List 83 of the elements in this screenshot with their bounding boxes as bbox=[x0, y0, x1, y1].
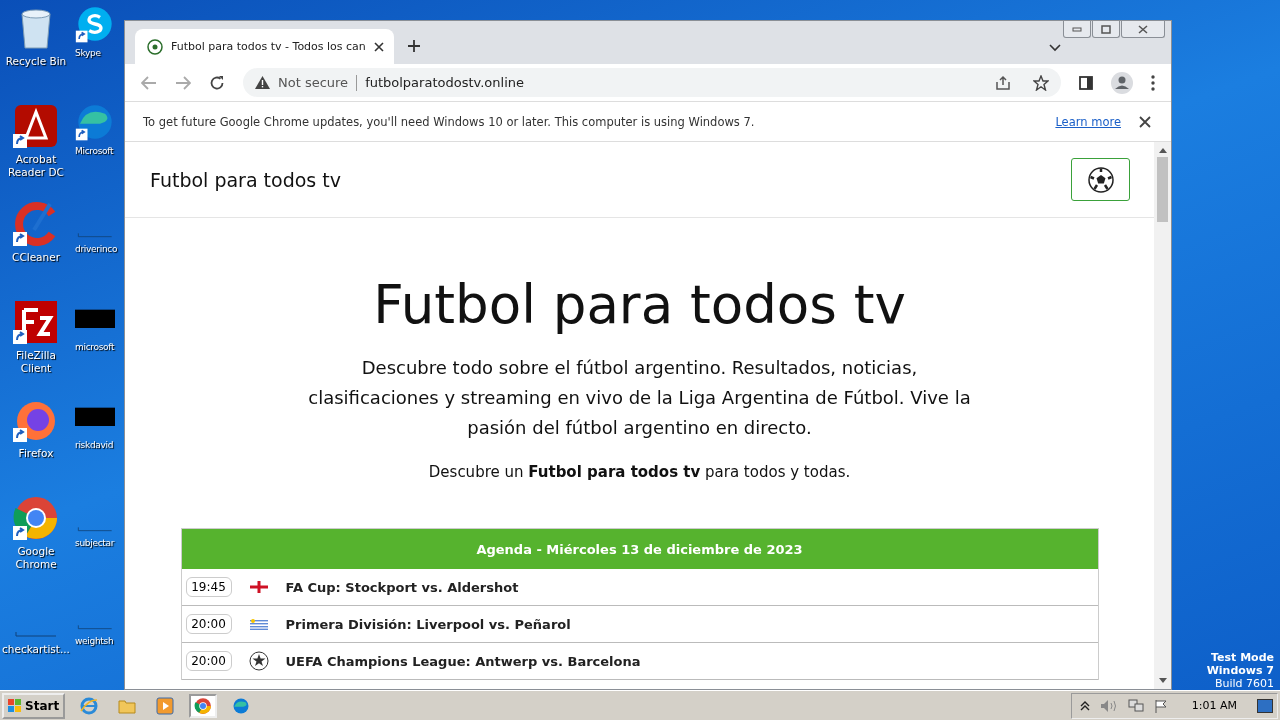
scrollbar-thumb[interactable] bbox=[1157, 157, 1168, 222]
match-row[interactable]: 19:45 FA Cup: Stockport vs. Aldershot bbox=[181, 569, 1098, 606]
desktop-icon-label: driverinco bbox=[75, 243, 118, 256]
soccer-ball-icon bbox=[147, 38, 163, 55]
chevron-down-icon[interactable] bbox=[1049, 44, 1061, 52]
share-icon[interactable] bbox=[995, 74, 1011, 91]
scroll-down-icon[interactable] bbox=[1158, 678, 1167, 683]
match-title: UEFA Champions League: Antwerp vs. Barcelona bbox=[285, 653, 641, 669]
desktop-icon-label: Firefox bbox=[18, 447, 54, 460]
scrollbar[interactable] bbox=[1154, 142, 1171, 689]
starball-icon bbox=[248, 651, 269, 671]
internet-explorer-icon bbox=[80, 696, 99, 715]
desktop-icon-label: subjectar bbox=[75, 537, 115, 550]
profile-icon[interactable] bbox=[1111, 71, 1133, 94]
desktop-icon-label: weightsh bbox=[75, 635, 114, 648]
desktop-icon-label: microsoft bbox=[75, 341, 115, 354]
desktop-icon-label: riskdavid bbox=[75, 439, 114, 452]
match-time: 20:00 bbox=[185, 614, 232, 634]
agenda-header: Agenda - Miércoles 13 de diciembre de 2023 bbox=[181, 529, 1098, 569]
scroll-up-icon[interactable] bbox=[1158, 148, 1167, 153]
chrome-icon[interactable] bbox=[12, 494, 60, 542]
close-icon[interactable] bbox=[373, 41, 384, 52]
hero-title: Futbol para todos tv bbox=[373, 274, 906, 335]
security-label: Not secure bbox=[278, 75, 349, 90]
match-time: 20:00 bbox=[185, 651, 232, 671]
soccer-ball-icon bbox=[1087, 166, 1114, 193]
close-icon bbox=[1138, 24, 1148, 34]
match-row[interactable]: 20:00 Primera División: Liverpool vs. Peñarol bbox=[181, 606, 1098, 643]
clock[interactable]: 1:01 AM bbox=[1191, 699, 1237, 712]
folder-icon bbox=[118, 697, 137, 714]
flag-icon[interactable] bbox=[1153, 698, 1168, 713]
media-player-icon bbox=[156, 696, 175, 715]
menu-toggle-button[interactable] bbox=[1071, 158, 1130, 201]
filezilla-icon[interactable] bbox=[12, 298, 60, 346]
tab-title: Futbol para todos tv - Todos los can bbox=[171, 40, 366, 53]
close-button[interactable] bbox=[1121, 21, 1165, 38]
chevron-up-icon[interactable] bbox=[1079, 700, 1090, 711]
hero-description: Descubre todo sobre el fútbol argentino. Resultados, noticias, clasificaciones y streaming en vivo de la Liga Argentina de Fútbol. Vive la pasión del fútbol argentino en directo. bbox=[307, 356, 972, 440]
acrobat-icon[interactable] bbox=[12, 102, 60, 150]
desktop-icon-label: Recycle Bin bbox=[5, 55, 67, 68]
update-message: To get future Google Chrome updates, you'll need Windows 10 or later. This computer is using Windows 7. bbox=[143, 114, 755, 129]
network-icon[interactable] bbox=[1127, 698, 1144, 713]
site-brand[interactable]: Futbol para todos tv bbox=[150, 168, 341, 191]
match-time: 19:45 bbox=[185, 577, 232, 597]
warning-icon bbox=[255, 76, 270, 89]
england-flag-icon bbox=[249, 581, 268, 593]
match-title: FA Cup: Stockport vs. Aldershot bbox=[285, 579, 519, 595]
desktop-icon-label: Google Chrome bbox=[14, 545, 58, 571]
star-icon[interactable] bbox=[1033, 74, 1049, 91]
match-title: Primera División: Liverpool vs. Peñarol bbox=[285, 616, 571, 632]
watermark-text: Test Mode bbox=[1211, 651, 1274, 664]
minimize-button[interactable] bbox=[1063, 21, 1091, 38]
desktop-icon-label: FileZilla Client bbox=[15, 349, 57, 375]
show-desktop-button[interactable] bbox=[1257, 698, 1273, 713]
skype-icon[interactable] bbox=[75, 4, 115, 44]
learn-more-link[interactable]: Learn more bbox=[1055, 114, 1121, 129]
hero-tagline: Descubre un Futbol para todos tv para todos y todas. bbox=[428, 463, 851, 481]
address-bar[interactable]: Not secure futbolparatodostv.online bbox=[243, 68, 1061, 97]
edge-icon bbox=[232, 696, 251, 715]
url-text: futbolparatodostv.online bbox=[365, 75, 524, 90]
menu-icon[interactable] bbox=[1151, 74, 1155, 91]
edge-icon[interactable] bbox=[75, 102, 115, 142]
chrome-icon bbox=[194, 696, 213, 715]
desktop-icon-label: Microsoft bbox=[75, 145, 114, 158]
desktop-icon-label: checkartist... bbox=[2, 643, 70, 656]
start-button[interactable]: Start bbox=[2, 692, 66, 719]
desktop-icon-label: Acrobat Reader DC bbox=[7, 153, 65, 179]
uruguay-flag-icon bbox=[249, 618, 268, 630]
desktop-icon-label: Skype bbox=[75, 47, 101, 60]
browser-tab[interactable]: Futbol para todos tv - Todos los can bbox=[135, 29, 394, 64]
minimize-icon bbox=[1072, 26, 1082, 32]
new-tab-icon[interactable] bbox=[407, 40, 420, 52]
reload-icon[interactable] bbox=[209, 74, 225, 91]
windows-logo-icon bbox=[8, 698, 22, 713]
watermark-text: Build 7601 bbox=[1214, 677, 1274, 690]
desktop-icon-label: CCleaner bbox=[12, 251, 60, 264]
side-panel-icon[interactable] bbox=[1079, 75, 1093, 90]
taskbar-app-button[interactable] bbox=[189, 693, 218, 718]
close-icon[interactable] bbox=[1139, 115, 1151, 128]
watermark-text: Windows 7 bbox=[1206, 664, 1274, 677]
maximize-button[interactable] bbox=[1092, 21, 1120, 38]
match-row[interactable]: 20:00 UEFA Champions League: Antwerp vs. Barcelona bbox=[181, 643, 1098, 680]
maximize-icon bbox=[1101, 24, 1111, 34]
